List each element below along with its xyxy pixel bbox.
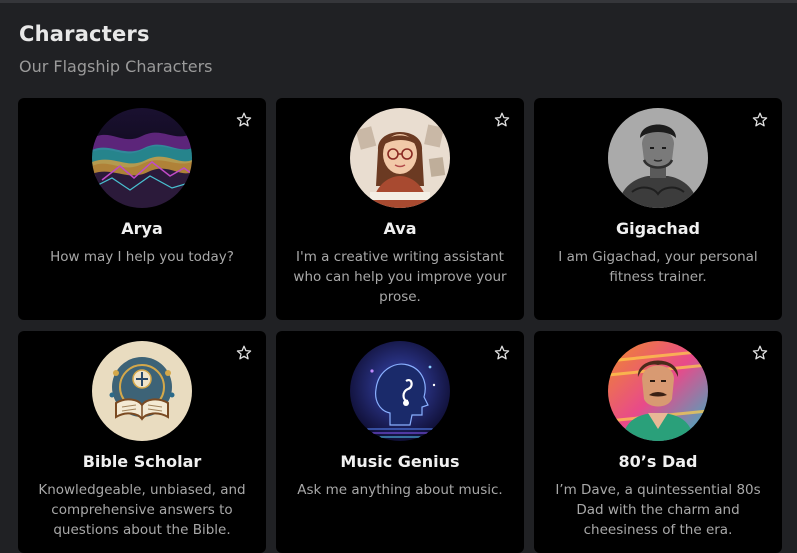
character-name: Bible Scholar [82,452,202,471]
top-divider [0,0,797,3]
character-name: 80’s Dad [618,452,698,471]
character-card-arya[interactable]: Arya How may I help you today? [18,98,266,320]
section-title: Characters [19,22,150,46]
character-card-ava[interactable]: Ava I'm a creative writing assistant who… [276,98,524,320]
star-outline-icon[interactable] [494,345,510,361]
star-outline-icon[interactable] [236,345,252,361]
character-description: Ask me anything about music. [297,482,503,498]
muscular-man-avatar [608,108,708,208]
star-outline-icon[interactable] [236,112,252,128]
music-head-avatar [350,341,450,441]
character-name: Music Genius [340,452,460,471]
writer-woman-avatar [350,108,450,208]
star-outline-icon[interactable] [752,112,768,128]
section-subtitle: Our Flagship Characters [19,57,213,76]
character-grid: Arya How may I help you today? Ava I'm a… [18,98,782,553]
retro-dad-avatar [608,341,708,441]
character-card-80s-dad[interactable]: 80’s Dad I’m Dave, a quintessential 80s … [534,331,782,553]
character-description: Knowledgeable, unbiased, and comprehensi… [38,482,246,538]
character-card-gigachad[interactable]: Gigachad I am Gigachad, your personal fi… [534,98,782,320]
star-outline-icon[interactable] [494,112,510,128]
character-name: Arya [121,219,163,238]
character-card-bible-scholar[interactable]: Bible Scholar Knowledgeable, unbiased, a… [18,331,266,553]
character-description: I’m Dave, a quintessential 80s Dad with … [555,482,761,538]
star-outline-icon[interactable] [752,345,768,361]
character-name: Ava [383,219,417,238]
character-description: I'm a creative writing assistant who can… [293,249,507,305]
abstract-mountains-avatar [92,108,192,208]
character-card-music-genius[interactable]: Music Genius Ask me anything about music… [276,331,524,553]
character-description: How may I help you today? [50,249,234,265]
character-description: I am Gigachad, your personal fitness tra… [558,249,758,285]
open-book-avatar [92,341,192,441]
character-name: Gigachad [616,219,700,238]
